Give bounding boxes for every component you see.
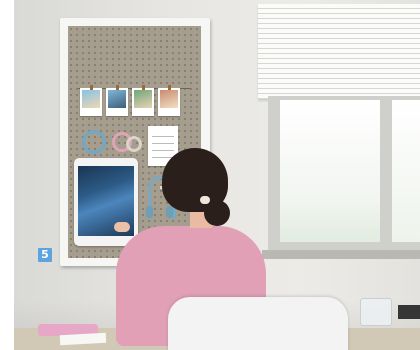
hair-bun (204, 200, 230, 226)
polaroid-photo (106, 88, 128, 116)
photo-clip (90, 85, 93, 90)
photo-scene: 5 (0, 0, 420, 350)
polaroid-photo (132, 88, 154, 116)
window-sill (262, 250, 420, 259)
tape-roll (126, 136, 142, 152)
step-number-badge: 5 (38, 248, 52, 262)
headphone-cup (166, 206, 173, 218)
window-pane-left (280, 100, 380, 242)
window-blinds (258, 4, 420, 99)
headphone-cup (146, 206, 153, 218)
tablet (74, 158, 138, 246)
desk-object (398, 305, 420, 319)
chair-back (168, 297, 348, 350)
girl-hand (114, 222, 130, 232)
glass-box (360, 298, 392, 326)
polaroid-photo (158, 88, 180, 116)
tape-roll (82, 130, 106, 154)
photo-clip (168, 85, 171, 90)
polaroid-photo (80, 88, 102, 116)
hair-tie (200, 196, 210, 204)
photo-clip (142, 85, 145, 90)
pegboard (68, 26, 201, 258)
window-pane-right (392, 100, 420, 242)
photo-clip (116, 85, 119, 90)
